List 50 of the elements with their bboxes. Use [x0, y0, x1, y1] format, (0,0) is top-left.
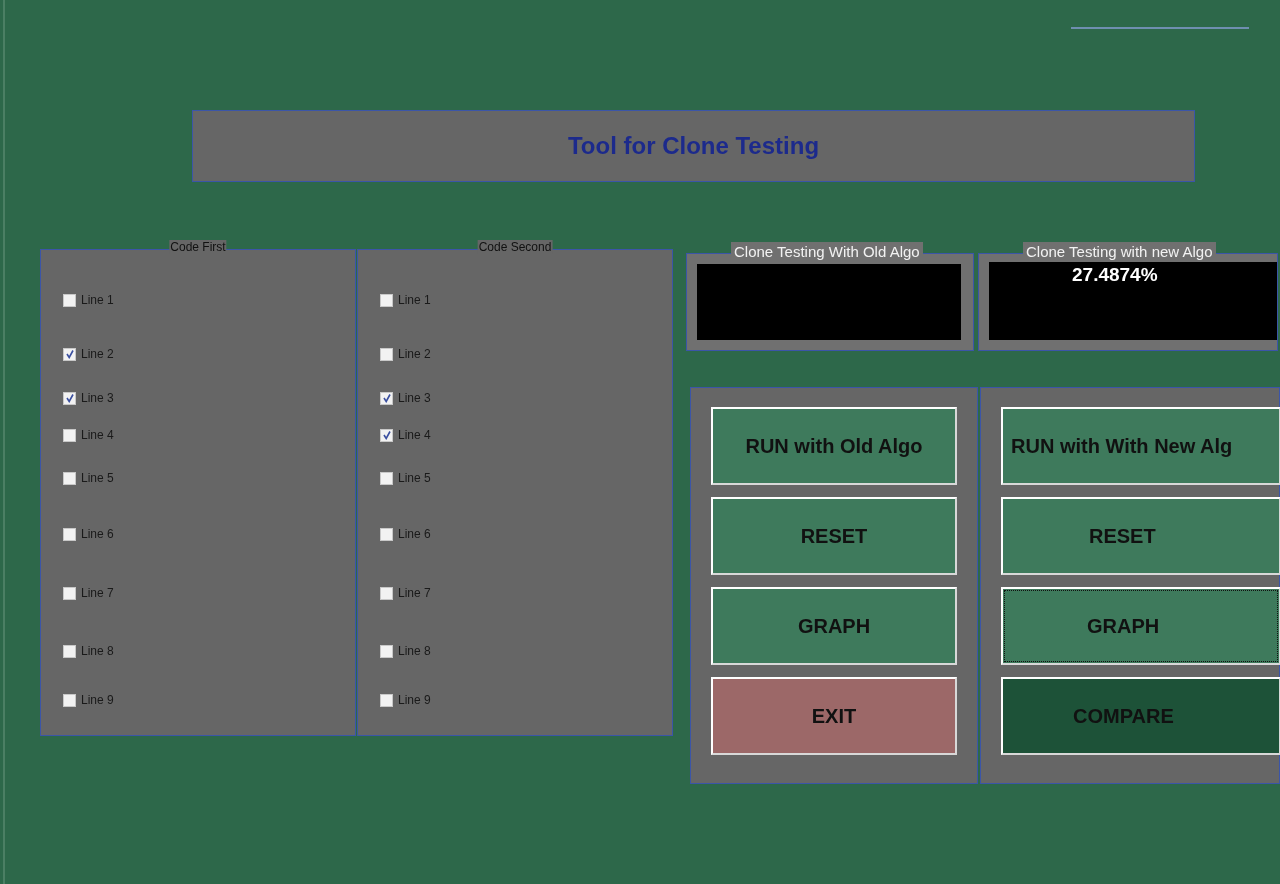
checkbox-label: Line 3: [81, 391, 114, 405]
checkbox-label: Line 1: [81, 293, 114, 307]
panel-title: Clone Testing With Old Algo: [731, 242, 923, 261]
checkbox-label: Line 6: [398, 527, 431, 541]
checkbox-label: Line 5: [398, 471, 431, 485]
action-button[interactable]: RUN with Old Algo: [711, 407, 957, 485]
checkbox[interactable]: [380, 693, 393, 707]
checkbox-label: Line 2: [81, 347, 114, 361]
checkbox-label: Line 5: [81, 471, 114, 485]
checkbox-label: Line 6: [81, 527, 114, 541]
action-button[interactable]: RUN with With New Alg: [1001, 407, 1280, 485]
action-button[interactable]: RESET: [711, 497, 957, 575]
checkbox-label: Line 4: [398, 428, 431, 442]
checkbox[interactable]: [63, 693, 76, 707]
checkbox-label: Line 1: [398, 293, 431, 307]
checkbox-label: Line 8: [81, 644, 114, 658]
checkbox[interactable]: [63, 428, 76, 442]
checkbox-label: Line 9: [81, 693, 114, 707]
checkbox[interactable]: [380, 293, 393, 307]
checkbox[interactable]: [380, 471, 393, 485]
checkbox[interactable]: [63, 293, 76, 307]
checkbox-label: Line 8: [398, 644, 431, 658]
action-button[interactable]: GRAPH: [711, 587, 957, 665]
app-title: Tool for Clone Testing: [567, 132, 820, 160]
checkbox-label: Line 4: [81, 428, 114, 442]
action-button[interactable]: EXIT: [711, 677, 957, 755]
result-value: 27.4874%: [1072, 264, 1158, 287]
checkbox[interactable]: [63, 471, 76, 485]
action-button[interactable]: GRAPH: [1001, 587, 1280, 665]
panel-title: Clone Testing with new Algo: [1023, 242, 1216, 261]
checkbox[interactable]: [63, 586, 76, 600]
checkbox[interactable]: [63, 347, 76, 361]
checkbox-label: Line 7: [81, 586, 114, 600]
panel-title: Code Second: [477, 240, 553, 254]
checkbox[interactable]: [380, 586, 393, 600]
checkbox[interactable]: [63, 527, 76, 541]
action-button[interactable]: RESET: [1001, 497, 1280, 575]
checkbox[interactable]: [380, 527, 393, 541]
checkbox[interactable]: [380, 428, 393, 442]
checkbox-label: Line 9: [398, 693, 431, 707]
checkbox[interactable]: [380, 391, 393, 405]
checkbox-label: Line 2: [398, 347, 431, 361]
checkbox[interactable]: [380, 644, 393, 658]
action-button[interactable]: COMPARE: [1001, 677, 1280, 755]
panel-title: Code First: [169, 240, 227, 254]
checkbox-label: Line 7: [398, 586, 431, 600]
checkbox[interactable]: [380, 347, 393, 361]
checkbox-label: Line 3: [398, 391, 431, 405]
checkbox[interactable]: [63, 391, 76, 405]
checkbox[interactable]: [63, 644, 76, 658]
